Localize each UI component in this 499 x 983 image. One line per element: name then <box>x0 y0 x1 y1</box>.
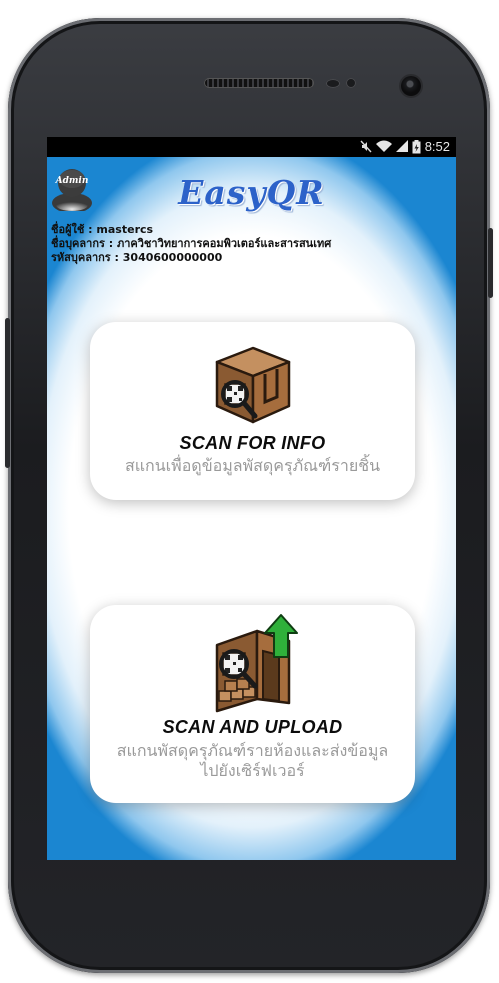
scan-for-info-button[interactable]: SCAN FOR INFO สแกนเพื่อดูข้อมูลพัสดุครุภ… <box>90 322 415 500</box>
earpiece-speaker <box>204 78 314 88</box>
proximity-sensor <box>326 79 340 88</box>
scan-and-upload-subtitle: สแกนพัสดุครุภัณฑ์รายห้องและส่งข้อมูลไปยั… <box>116 741 389 780</box>
volume-button <box>5 318 10 468</box>
scan-for-info-title: SCAN FOR INFO <box>179 433 326 453</box>
battery-icon <box>412 139 421 153</box>
light-sensor <box>346 78 356 88</box>
scan-for-info-subtitle: สแกนเพื่อดูข้อมูลพัสดุครุภัณฑ์รายชิ้น <box>124 456 381 475</box>
username-line: ชื่อผู้ใช้ : mastercs <box>51 223 154 236</box>
mute-icon <box>360 140 372 153</box>
signal-icon <box>395 140 408 152</box>
device-screen: 8:52 Admin EasyQR ชื่อผู้ใช้ : mastercs … <box>47 137 456 860</box>
box-qr-magnifier-icon <box>207 342 299 426</box>
front-camera <box>401 76 421 96</box>
status-bar: 8:52 <box>47 137 456 157</box>
scan-and-upload-title: SCAN AND UPLOAD <box>162 717 343 737</box>
user-info: ชื่อผู้ใช้ : mastercs ชื่อบุคลากร : ภาคว… <box>51 223 331 265</box>
scan-and-upload-button[interactable]: SCAN AND UPLOAD สแกนพัสดุครุภัณฑ์รายห้อง… <box>90 605 415 803</box>
status-time: 8:52 <box>424 139 450 154</box>
department-line: ชื่อบุคลากร : ภาควิชาวิทยาการคอมพิวเตอร์… <box>51 237 332 250</box>
room-qr-upload-icon <box>207 611 299 715</box>
wifi-icon <box>375 140 392 152</box>
app-title: EasyQR <box>178 173 325 212</box>
staff-id-line: รหัสบุคลากร : 3040600000000 <box>51 251 223 264</box>
power-button <box>488 228 493 298</box>
app-content: Admin EasyQR ชื่อผู้ใช้ : mastercs ชื่อบ… <box>47 157 456 860</box>
